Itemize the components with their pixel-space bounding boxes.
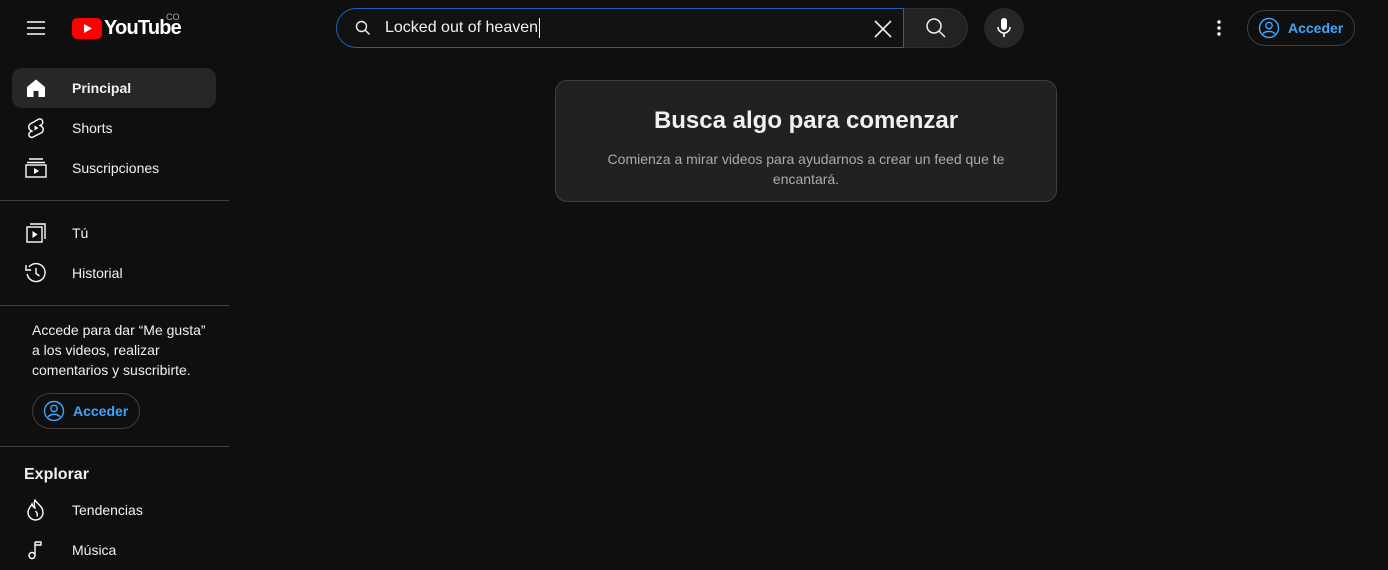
sidebar-divider — [0, 446, 229, 447]
empty-feed-card: Busca algo para comenzar Comienza a mira… — [555, 80, 1057, 202]
history-icon — [24, 261, 48, 285]
sidebar-item-tu[interactable]: Tú — [12, 213, 216, 253]
sidebar-signin-button[interactable]: Acceder — [32, 393, 140, 429]
sidebar-item-historial[interactable]: Historial — [12, 253, 216, 293]
sidebar-item-suscripciones[interactable]: Suscripciones — [12, 148, 216, 188]
signin-button[interactable]: Acceder — [1247, 10, 1355, 46]
signin-label: Acceder — [73, 403, 129, 419]
account-icon — [43, 400, 65, 422]
close-icon — [874, 20, 892, 38]
sidebar-divider — [0, 305, 229, 306]
microphone-icon — [997, 18, 1011, 37]
signin-label: Acceder — [1288, 20, 1344, 36]
home-icon — [24, 76, 48, 100]
sidebar-item-label: Música — [72, 542, 117, 558]
youtube-play-icon — [72, 17, 102, 39]
sidebar: Principal Shorts Suscripciones Tú Histor… — [0, 56, 229, 560]
sidebar-item-label: Shorts — [72, 120, 113, 136]
clear-search-button[interactable] — [867, 13, 899, 45]
sidebar-item-tendencias[interactable]: Tendencias — [12, 490, 216, 530]
sidebar-item-principal[interactable]: Principal — [12, 68, 216, 108]
search-button[interactable] — [904, 8, 968, 48]
sidebar-item-label: Tendencias — [72, 502, 143, 518]
search-icon — [925, 18, 946, 38]
sidebar-item-label: Historial — [72, 265, 123, 281]
sidebar-item-label: Tú — [72, 225, 89, 241]
account-icon — [1258, 17, 1280, 39]
more-vert-icon — [1217, 20, 1221, 36]
empty-feed-subtitle: Comienza a mirar videos para ayudarnos a… — [607, 151, 1005, 187]
sidebar-item-shorts[interactable]: Shorts — [12, 108, 216, 148]
country-code: CO — [166, 12, 180, 22]
more-options-button[interactable] — [1199, 8, 1239, 48]
shorts-icon — [24, 116, 48, 140]
search-box[interactable]: Locked out of heaven — [336, 8, 904, 48]
music-icon — [24, 538, 48, 562]
voice-search-button[interactable] — [984, 8, 1024, 48]
signin-prompt-text: Accede para dar “Me gusta” a los videos,… — [32, 322, 206, 378]
explore-section-title: Explorar — [24, 466, 89, 483]
search-input[interactable]: Locked out of heaven — [385, 18, 903, 38]
sidebar-item-label: Principal — [72, 80, 132, 96]
top-bar: YouTube CO Locked out of heaven Acceder — [0, 0, 1388, 56]
sidebar-divider — [0, 200, 229, 201]
sidebar-item-label: Suscripciones — [72, 160, 160, 176]
menu-icon[interactable] — [16, 8, 56, 48]
empty-feed-title: Busca algo para comenzar — [653, 107, 959, 134]
youtube-logo[interactable]: YouTube — [72, 14, 182, 42]
trending-icon — [24, 498, 48, 522]
subscriptions-icon — [24, 156, 48, 180]
you-icon — [24, 221, 48, 245]
sidebar-item-musica[interactable]: Música — [12, 530, 216, 570]
search-icon — [355, 20, 371, 36]
